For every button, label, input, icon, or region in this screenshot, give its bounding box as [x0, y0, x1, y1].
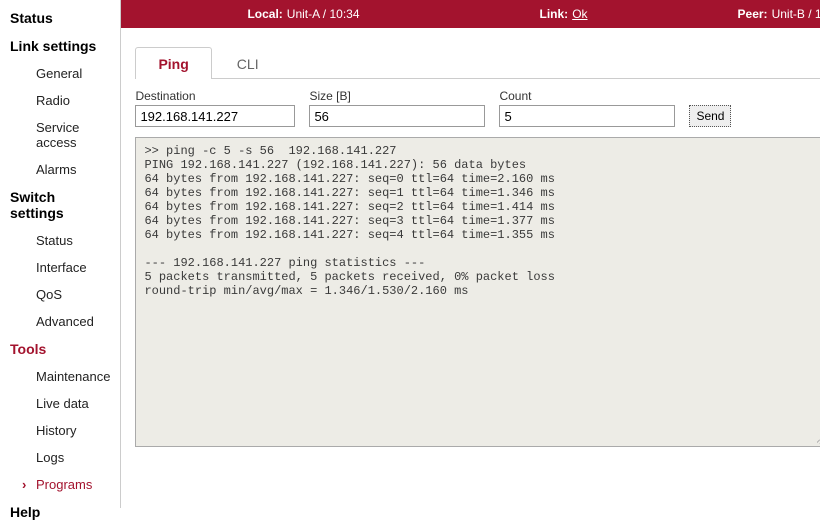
- tab-cli[interactable]: CLI: [214, 47, 282, 79]
- topbar-peer: Peer: Unit-B / 10: [738, 7, 820, 21]
- nav-switch-settings[interactable]: Switch settings: [0, 183, 120, 227]
- ping-form: Destination Size [B] Count Send: [135, 89, 820, 127]
- destination-label: Destination: [135, 89, 295, 103]
- nav-live-data[interactable]: Live data: [0, 390, 120, 417]
- console-text: >> ping -c 5 -s 56 192.168.141.227 PING …: [144, 144, 554, 298]
- nav-logs[interactable]: Logs: [0, 444, 120, 471]
- nav-help[interactable]: Help: [0, 498, 120, 526]
- console-output: >> ping -c 5 -s 56 192.168.141.227 PING …: [135, 137, 820, 447]
- topbar-local-value: Unit-A / 10:34: [287, 7, 360, 21]
- count-label: Count: [499, 89, 675, 103]
- sidebar: Status Link settings General Radio Servi…: [0, 0, 121, 508]
- topbar-local-label: Local:: [247, 7, 282, 21]
- nav-qos[interactable]: QoS: [0, 281, 120, 308]
- nav-alarms[interactable]: Alarms: [0, 156, 120, 183]
- topbar-link-label: Link:: [540, 7, 569, 21]
- topbar-local: Local: Unit-A / 10:34: [247, 7, 359, 21]
- nav-maintenance[interactable]: Maintenance: [0, 363, 120, 390]
- nav-general[interactable]: General: [0, 60, 120, 87]
- nav-link-settings[interactable]: Link settings: [0, 32, 120, 60]
- topbar-peer-label: Peer:: [738, 7, 768, 21]
- nav-tools[interactable]: Tools: [0, 335, 120, 363]
- size-label: Size [B]: [309, 89, 485, 103]
- topbar: Local: Unit-A / 10:34 Link: Ok Peer: Uni…: [121, 0, 820, 28]
- tabs: Ping CLI: [135, 46, 820, 79]
- nav-service-access[interactable]: Service access: [0, 114, 120, 156]
- nav-radio[interactable]: Radio: [0, 87, 120, 114]
- destination-input[interactable]: [135, 105, 295, 127]
- tab-ping[interactable]: Ping: [135, 47, 211, 79]
- topbar-link-value[interactable]: Ok: [572, 7, 587, 21]
- topbar-peer-value: Unit-B / 10: [772, 7, 820, 21]
- size-input[interactable]: [309, 105, 485, 127]
- nav-history[interactable]: History: [0, 417, 120, 444]
- nav-interface[interactable]: Interface: [0, 254, 120, 281]
- nav-switch-status[interactable]: Status: [0, 227, 120, 254]
- count-input[interactable]: [499, 105, 675, 127]
- nav-programs[interactable]: Programs: [0, 471, 120, 498]
- nav-status[interactable]: Status: [0, 4, 120, 32]
- topbar-link: Link: Ok: [540, 7, 588, 21]
- send-button[interactable]: Send: [689, 105, 731, 127]
- nav-advanced[interactable]: Advanced: [0, 308, 120, 335]
